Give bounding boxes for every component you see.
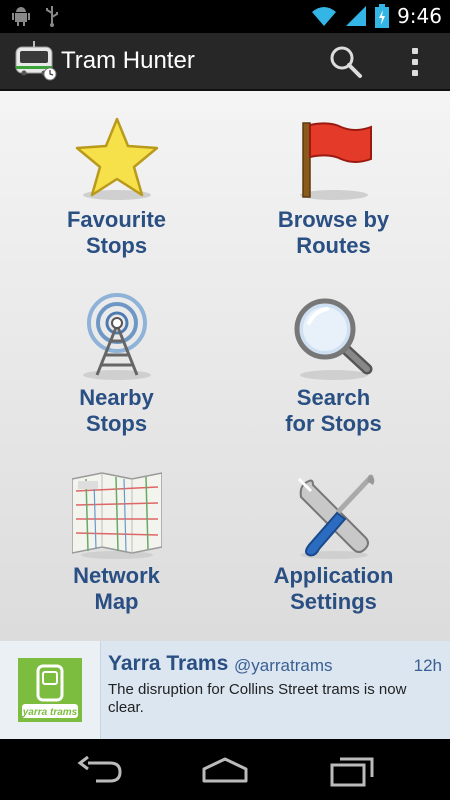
yarra-trams-logo: yarra trams bbox=[18, 658, 82, 722]
signal-icon bbox=[346, 6, 367, 26]
favourite-stops-tile[interactable]: Favourite Stops bbox=[4, 91, 229, 269]
network-map-tile[interactable]: Network Map bbox=[4, 447, 229, 625]
nearby-stops-label: Nearby Stops bbox=[79, 385, 154, 436]
recent-apps-icon[interactable] bbox=[328, 753, 378, 787]
favourite-stops-label: Favourite Stops bbox=[66, 207, 167, 258]
browse-by-routes-tile[interactable]: Browse by Routes bbox=[221, 91, 446, 269]
app-title: Tram Hunter bbox=[61, 47, 195, 74]
star-icon bbox=[75, 117, 158, 200]
overflow-menu-icon[interactable] bbox=[404, 44, 426, 80]
home-icon[interactable] bbox=[200, 753, 250, 787]
battery-charging-icon bbox=[375, 4, 390, 28]
map-icon bbox=[71, 472, 162, 559]
wifi-icon bbox=[312, 7, 337, 26]
browse-by-routes-label: Browse by Routes bbox=[277, 207, 390, 258]
search-icon[interactable] bbox=[328, 44, 364, 80]
radio-tower-icon bbox=[82, 293, 151, 380]
nearby-stops-tile[interactable]: Nearby Stops bbox=[4, 269, 229, 447]
action-bar: Tram Hunter bbox=[0, 33, 450, 91]
tools-icon bbox=[297, 474, 374, 559]
application-settings-tile[interactable]: Application Settings bbox=[221, 447, 446, 625]
search-for-stops-tile[interactable]: Search for Stops bbox=[221, 269, 446, 447]
application-settings-label: Application Settings bbox=[273, 563, 394, 614]
svg-text:yarra trams: yarra trams bbox=[22, 707, 78, 718]
tweet-avatar-wrap: yarra trams bbox=[0, 641, 101, 739]
android-debug-icon bbox=[12, 7, 30, 26]
clock: 9:46 bbox=[397, 4, 442, 28]
back-icon[interactable] bbox=[74, 753, 124, 787]
tweet-banner[interactable]: yarra trams Yarra Trams @yarratrams 12h … bbox=[0, 641, 450, 739]
tweet-timestamp: 12h bbox=[413, 656, 442, 675]
tweet-text: The disruption for Collins Street trams … bbox=[108, 681, 407, 716]
tram-logo-icon[interactable] bbox=[14, 41, 58, 81]
tweet-author-name: Yarra Trams bbox=[108, 652, 229, 675]
magnifier-icon bbox=[294, 298, 372, 380]
usb-icon bbox=[46, 6, 58, 27]
status-bar: 9:46 bbox=[0, 0, 450, 33]
tweet-author-handle: @yarratrams bbox=[234, 656, 333, 675]
main-menu: Favourite Stops Browse by Routes Nearby … bbox=[0, 91, 450, 641]
flag-icon bbox=[299, 122, 372, 200]
search-for-stops-label: Search for Stops bbox=[285, 385, 382, 436]
navigation-bar bbox=[0, 739, 450, 800]
network-map-label: Network Map bbox=[73, 563, 160, 614]
